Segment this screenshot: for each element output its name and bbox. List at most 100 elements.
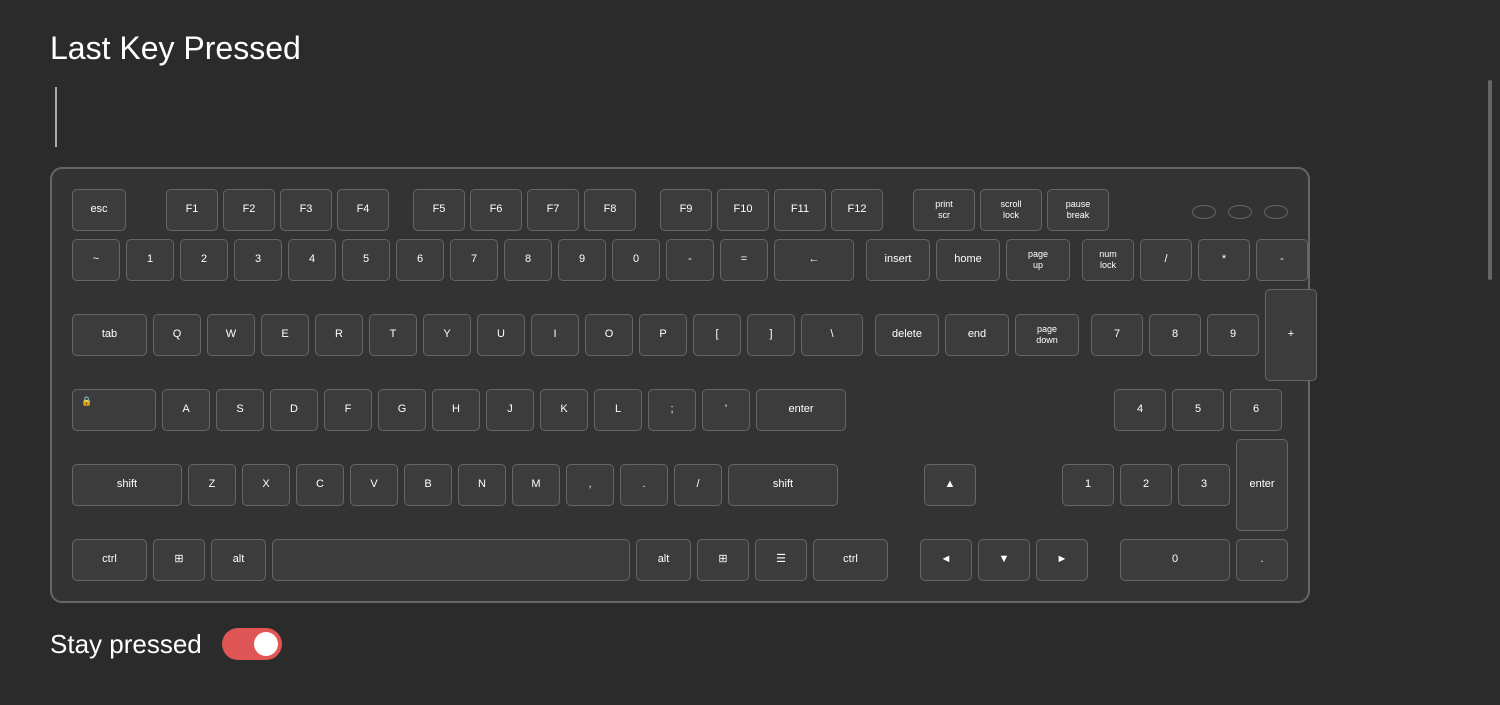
scrollbar[interactable] [1488,80,1492,280]
key-f4[interactable]: F4 [337,189,389,231]
key-t[interactable]: T [369,314,417,356]
key-enter[interactable]: enter [756,389,846,431]
key-n[interactable]: N [458,464,506,506]
key-m[interactable]: M [512,464,560,506]
key-backspace[interactable]: ← [774,239,854,281]
key-7[interactable]: 7 [450,239,498,281]
key-pause-break[interactable]: pausebreak [1047,189,1109,231]
key-num3[interactable]: 3 [1178,464,1230,506]
key-arrow-left[interactable]: ◄ [920,539,972,581]
key-lbracket[interactable]: [ [693,314,741,356]
key-r[interactable]: R [315,314,363,356]
key-l[interactable]: L [594,389,642,431]
key-g[interactable]: G [378,389,426,431]
key-d[interactable]: D [270,389,318,431]
key-e[interactable]: E [261,314,309,356]
key-arrow-right[interactable]: ► [1036,539,1088,581]
key-win-right[interactable]: ⊞ [697,539,749,581]
key-scroll-lock[interactable]: scrolllock [980,189,1042,231]
key-p[interactable]: P [639,314,687,356]
key-a[interactable]: A [162,389,210,431]
key-j[interactable]: J [486,389,534,431]
key-v[interactable]: V [350,464,398,506]
key-minus[interactable]: - [666,239,714,281]
key-equals[interactable]: = [720,239,768,281]
key-num2[interactable]: 2 [1120,464,1172,506]
key-home[interactable]: home [936,239,1000,281]
key-i[interactable]: I [531,314,579,356]
key-u[interactable]: U [477,314,525,356]
key-f9[interactable]: F9 [660,189,712,231]
key-shift-right[interactable]: shift [728,464,838,506]
key-alt-left[interactable]: alt [211,539,266,581]
key-semicolon[interactable]: ; [648,389,696,431]
key-4[interactable]: 4 [288,239,336,281]
key-nummul[interactable]: * [1198,239,1250,281]
key-insert[interactable]: insert [866,239,930,281]
key-z[interactable]: Z [188,464,236,506]
key-f6[interactable]: F6 [470,189,522,231]
stay-pressed-toggle[interactable] [222,628,282,660]
key-num9[interactable]: 9 [1207,314,1259,356]
key-num6[interactable]: 6 [1230,389,1282,431]
key-backslash[interactable]: \ [801,314,863,356]
key-arrow-down[interactable]: ▼ [978,539,1030,581]
key-8[interactable]: 8 [504,239,552,281]
key-slash[interactable]: / [674,464,722,506]
key-x[interactable]: X [242,464,290,506]
key-b[interactable]: B [404,464,452,506]
key-period[interactable]: . [620,464,668,506]
key-tab[interactable]: tab [72,314,147,356]
key-num7[interactable]: 7 [1091,314,1143,356]
key-num1[interactable]: 1 [1062,464,1114,506]
key-h[interactable]: H [432,389,480,431]
key-shift-left[interactable]: shift [72,464,182,506]
key-num8[interactable]: 8 [1149,314,1201,356]
key-5[interactable]: 5 [342,239,390,281]
key-c[interactable]: C [296,464,344,506]
key-0[interactable]: 0 [612,239,660,281]
key-numlock[interactable]: numlock [1082,239,1134,281]
key-f10[interactable]: F10 [717,189,769,231]
key-numadd[interactable]: + [1265,289,1317,381]
key-page-down[interactable]: pagedown [1015,314,1079,356]
toggle-track[interactable] [222,628,282,660]
key-ctrl-right[interactable]: ctrl [813,539,888,581]
key-num4[interactable]: 4 [1114,389,1166,431]
key-o[interactable]: O [585,314,633,356]
key-numenter[interactable]: enter [1236,439,1288,531]
key-f3[interactable]: F3 [280,189,332,231]
key-f1[interactable]: F1 [166,189,218,231]
key-numdiv[interactable]: / [1140,239,1192,281]
key-delete[interactable]: delete [875,314,939,356]
key-y[interactable]: Y [423,314,471,356]
key-menu[interactable]: ☰ [755,539,807,581]
key-f2[interactable]: F2 [223,189,275,231]
key-s[interactable]: S [216,389,264,431]
key-win-left[interactable]: ⊞ [153,539,205,581]
key-f[interactable]: F [324,389,372,431]
key-rbracket[interactable]: ] [747,314,795,356]
key-1[interactable]: 1 [126,239,174,281]
key-arrow-up[interactable]: ▲ [924,464,976,506]
key-print-scr[interactable]: printscr [913,189,975,231]
key-numdot[interactable]: . [1236,539,1288,581]
key-tilde[interactable]: ~ [72,239,120,281]
key-comma[interactable]: , [566,464,614,506]
key-ctrl-left[interactable]: ctrl [72,539,147,581]
key-quote[interactable]: ' [702,389,750,431]
key-end[interactable]: end [945,314,1009,356]
key-alt-right[interactable]: alt [636,539,691,581]
key-2[interactable]: 2 [180,239,228,281]
key-f12[interactable]: F12 [831,189,883,231]
key-w[interactable]: W [207,314,255,356]
key-f7[interactable]: F7 [527,189,579,231]
key-f8[interactable]: F8 [584,189,636,231]
key-q[interactable]: Q [153,314,201,356]
key-page-up[interactable]: pageup [1006,239,1070,281]
key-9[interactable]: 9 [558,239,606,281]
key-3[interactable]: 3 [234,239,282,281]
key-f11[interactable]: F11 [774,189,826,231]
key-space[interactable] [272,539,630,581]
key-num0[interactable]: 0 [1120,539,1230,581]
